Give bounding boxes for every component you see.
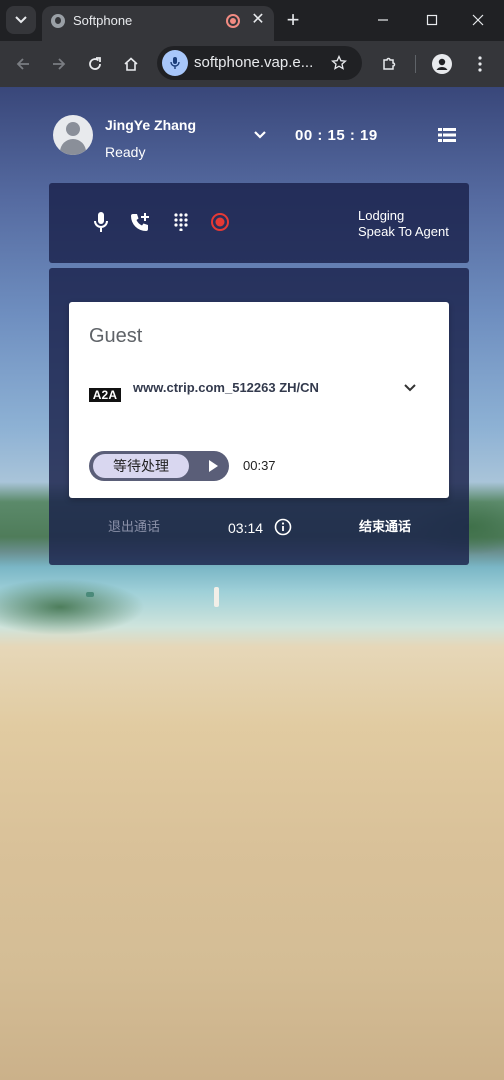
chevron-down-icon (15, 16, 27, 24)
active-call-panel: Guest A2A www.ctrip.com_512263 ZH/CN 等待处… (49, 268, 469, 565)
browser-toolbar: softphone.vap.e... (0, 41, 504, 87)
minimize-icon (378, 19, 388, 21)
globe-icon (51, 14, 65, 28)
forward-button[interactable] (46, 51, 72, 77)
expand-call-details-button[interactable] (403, 380, 419, 396)
url-text: softphone.vap.e... (194, 54, 314, 71)
hold-label: 等待处理 (93, 454, 189, 478)
tab-title: Softphone (73, 13, 133, 28)
call-card: Guest A2A www.ctrip.com_512263 ZH/CN 等待处… (69, 302, 449, 498)
end-call-button[interactable]: 结束通话 (359, 519, 411, 535)
info-icon (274, 518, 292, 536)
microphone-icon (94, 212, 108, 232)
tab-close-icon[interactable]: ✕ (250, 10, 266, 30)
dialpad-icon (174, 213, 188, 231)
bookmark-star-button[interactable] (329, 53, 349, 73)
new-tab-button[interactable]: + (282, 6, 304, 34)
hold-timer: 00:37 (243, 458, 276, 473)
more-vertical-icon (478, 56, 482, 72)
beach-figure (214, 587, 219, 607)
agent-name: JingYe Zhang (105, 117, 197, 133)
status-dropdown-button[interactable] (253, 127, 269, 143)
maximize-button[interactable] (417, 8, 447, 32)
call-controls-panel: Lodging Speak To Agent (49, 183, 469, 263)
beach-figure (86, 592, 94, 597)
back-button[interactable] (10, 51, 36, 77)
add-call-icon (131, 213, 149, 231)
softphone-page: JingYe Zhang Ready 00 : 15 : 19 Lodging … (0, 87, 504, 1080)
add-call-button[interactable] (129, 211, 151, 233)
puzzle-icon (383, 57, 396, 70)
exit-call-button[interactable]: 退出通话 (108, 519, 160, 535)
agent-header: JingYe Zhang Ready 00 : 15 : 19 (48, 107, 458, 167)
dialpad-button[interactable] (170, 211, 192, 233)
tab-search-button[interactable] (6, 6, 36, 34)
avatar (53, 115, 93, 155)
browser-tab-strip: Softphone ✕ + (0, 0, 504, 41)
window-close-button[interactable] (463, 8, 493, 32)
arrow-right-icon (53, 58, 66, 70)
mute-button[interactable] (90, 211, 112, 233)
queue-name: Lodging (358, 208, 405, 223)
site-info-button[interactable] (162, 50, 188, 76)
reload-button[interactable] (82, 51, 108, 77)
chevron-down-icon (254, 131, 266, 139)
browser-menu-button[interactable] (467, 51, 493, 77)
list-menu-icon (438, 128, 456, 142)
profile-button[interactable] (429, 51, 455, 77)
home-icon (124, 57, 138, 71)
profile-icon (432, 54, 452, 74)
record-icon (211, 213, 229, 231)
address-bar[interactable]: softphone.vap.e... (157, 46, 362, 80)
chevron-down-icon (404, 384, 416, 392)
caller-name: Guest (89, 325, 143, 347)
queue-info: Lodging Speak To Agent (358, 208, 449, 240)
menu-button[interactable] (438, 127, 456, 143)
agent-status: Ready (105, 144, 146, 160)
home-button[interactable] (118, 51, 144, 77)
record-button[interactable] (209, 211, 231, 233)
call-duration: 03:14 (228, 520, 264, 536)
queue-skill: Speak To Agent (358, 224, 449, 239)
close-icon (472, 14, 484, 26)
reload-icon (89, 57, 101, 70)
maximize-icon (426, 14, 438, 26)
browser-tab[interactable]: Softphone ✕ (42, 6, 274, 41)
minimize-button[interactable] (368, 8, 398, 32)
star-icon (331, 55, 347, 70)
arrow-left-icon (16, 58, 29, 70)
extensions-button[interactable] (376, 51, 402, 77)
call-source: www.ctrip.com_512263 ZH/CN (133, 380, 319, 395)
session-timer: 00 : 15 : 19 (295, 127, 378, 144)
recording-indicator-icon (226, 14, 240, 28)
microphone-icon (170, 57, 180, 69)
toolbar-separator (415, 55, 416, 73)
call-info-button[interactable] (274, 518, 292, 536)
hold-toggle[interactable]: 等待处理 (89, 451, 229, 481)
a2a-badge: A2A (89, 388, 121, 402)
play-icon (209, 460, 218, 472)
